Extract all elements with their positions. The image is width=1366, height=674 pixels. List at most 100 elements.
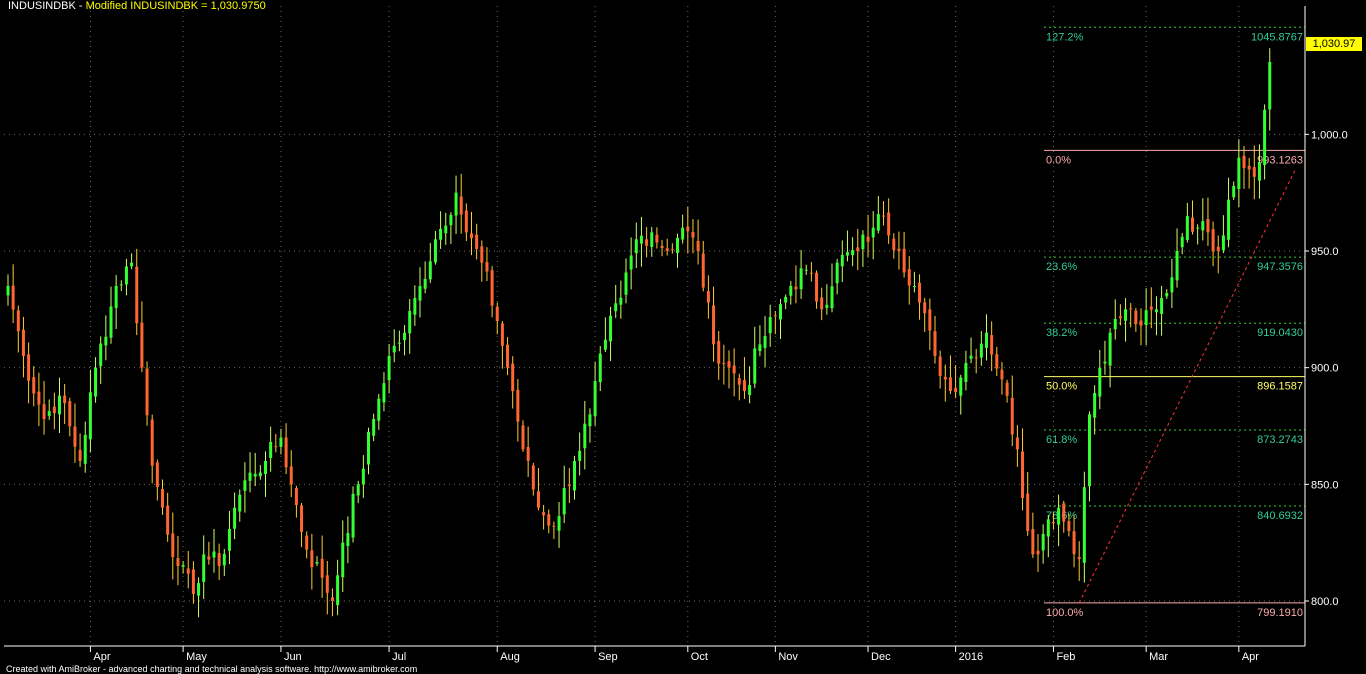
- candle-body: [1165, 293, 1169, 297]
- candle-body: [475, 234, 479, 250]
- x-tick-label: Mar: [1149, 651, 1168, 663]
- candle-body: [1232, 185, 1236, 198]
- candle-body: [212, 551, 216, 558]
- candle-body: [706, 291, 710, 303]
- y-tick-label: 900.0: [1311, 363, 1339, 375]
- candle-body: [531, 465, 535, 490]
- candle-body: [583, 423, 587, 449]
- candle-body: [1201, 221, 1205, 231]
- candle-body: [871, 227, 875, 238]
- candle-body: [598, 353, 602, 383]
- candle-body: [387, 356, 391, 381]
- candle-body: [727, 361, 731, 368]
- candle-body: [1031, 529, 1035, 555]
- candle-body: [1160, 297, 1164, 314]
- candle-body: [248, 472, 252, 481]
- candle-body: [856, 247, 860, 251]
- formula-readout: Modified INDUSINDBK = 1,030.9750: [85, 0, 266, 12]
- fib-pct-label: 38.2%: [1046, 327, 1077, 339]
- candle-body: [243, 480, 247, 491]
- candle-body: [114, 286, 118, 308]
- candle-body: [665, 248, 669, 251]
- candle-body: [289, 466, 293, 485]
- candle-body: [459, 196, 463, 215]
- candle-body: [1041, 533, 1045, 551]
- candle-body: [552, 525, 556, 527]
- candle-body: [758, 344, 762, 352]
- candle-body: [300, 505, 304, 532]
- candle-body: [32, 377, 36, 394]
- candle-body: [840, 254, 844, 267]
- candle-body: [506, 344, 510, 368]
- candle-body: [1134, 310, 1138, 325]
- candle-body: [500, 323, 504, 346]
- candle-body: [1170, 277, 1174, 293]
- last-price-badge: 1,030.97: [1306, 37, 1362, 51]
- candle-body: [1211, 229, 1215, 252]
- candle-body: [68, 401, 72, 427]
- candle-body: [330, 597, 334, 601]
- candle-body: [1227, 199, 1231, 240]
- candle-body: [1098, 367, 1102, 397]
- fib-pct-label: 61.8%: [1046, 434, 1077, 446]
- candle-body: [938, 356, 942, 376]
- candle-body: [1257, 162, 1261, 181]
- candle-body: [403, 332, 407, 341]
- candle-body: [1067, 521, 1071, 531]
- candle-body: [135, 266, 139, 324]
- y-tick-label: 800.0: [1311, 596, 1339, 608]
- candle-body: [269, 441, 273, 459]
- candle-body: [161, 489, 164, 508]
- candle-body: [1149, 306, 1153, 310]
- y-tick-label: 950.0: [1311, 246, 1339, 258]
- candle-body: [238, 494, 242, 512]
- candle-body: [593, 381, 597, 417]
- candle-body: [1154, 309, 1158, 313]
- candle-body: [681, 227, 685, 240]
- x-tick-label: Apr: [1242, 651, 1259, 663]
- candle-body: [145, 368, 149, 416]
- candle-body: [361, 468, 365, 485]
- title-separator: -: [75, 0, 86, 12]
- candle-body: [573, 461, 576, 491]
- candle-body: [21, 329, 25, 356]
- candle-body: [923, 302, 927, 314]
- candle-body: [547, 514, 551, 526]
- fib-value-label: 873.2743: [1257, 434, 1303, 446]
- candle-body: [274, 446, 278, 448]
- candle-body: [176, 558, 180, 566]
- candle-body: [1129, 308, 1133, 310]
- candle-body: [449, 214, 453, 226]
- candle-body: [356, 484, 360, 496]
- candle-body: [1221, 235, 1225, 251]
- candle-body: [1072, 531, 1076, 555]
- candle-body: [73, 426, 77, 447]
- candle-body: [974, 357, 978, 359]
- candle-body: [1046, 519, 1050, 537]
- candle-body: [892, 238, 896, 251]
- candle-body: [789, 286, 793, 296]
- candle-body: [557, 516, 561, 531]
- candle-body: [150, 419, 154, 466]
- candle-body: [511, 363, 515, 391]
- candle-body: [995, 354, 999, 369]
- candle-body: [1191, 217, 1194, 232]
- candle-body: [310, 550, 314, 568]
- x-tick-label: Sep: [598, 651, 618, 663]
- x-tick-label: Oct: [691, 651, 708, 663]
- x-tick-label: May: [186, 651, 207, 663]
- candle-body: [1185, 216, 1189, 241]
- candle-body: [676, 237, 679, 254]
- candle-body: [1263, 109, 1267, 165]
- price-chart[interactable]: 127.2% 1045.87670.0% 993.126323.6% 947.3576…: [0, 0, 1366, 672]
- fib-pct-label: 127.2%: [1046, 31, 1084, 43]
- x-tick-label: 2016: [959, 651, 983, 663]
- candle-body: [614, 303, 618, 312]
- candle-body: [16, 310, 20, 332]
- candle-body: [1175, 251, 1179, 281]
- candle-body: [979, 343, 983, 358]
- footer-credit: Created with AmiBroker - advanced charti…: [6, 664, 418, 674]
- candle-body: [166, 505, 170, 535]
- candle-body: [809, 272, 813, 274]
- candle-body: [907, 269, 911, 286]
